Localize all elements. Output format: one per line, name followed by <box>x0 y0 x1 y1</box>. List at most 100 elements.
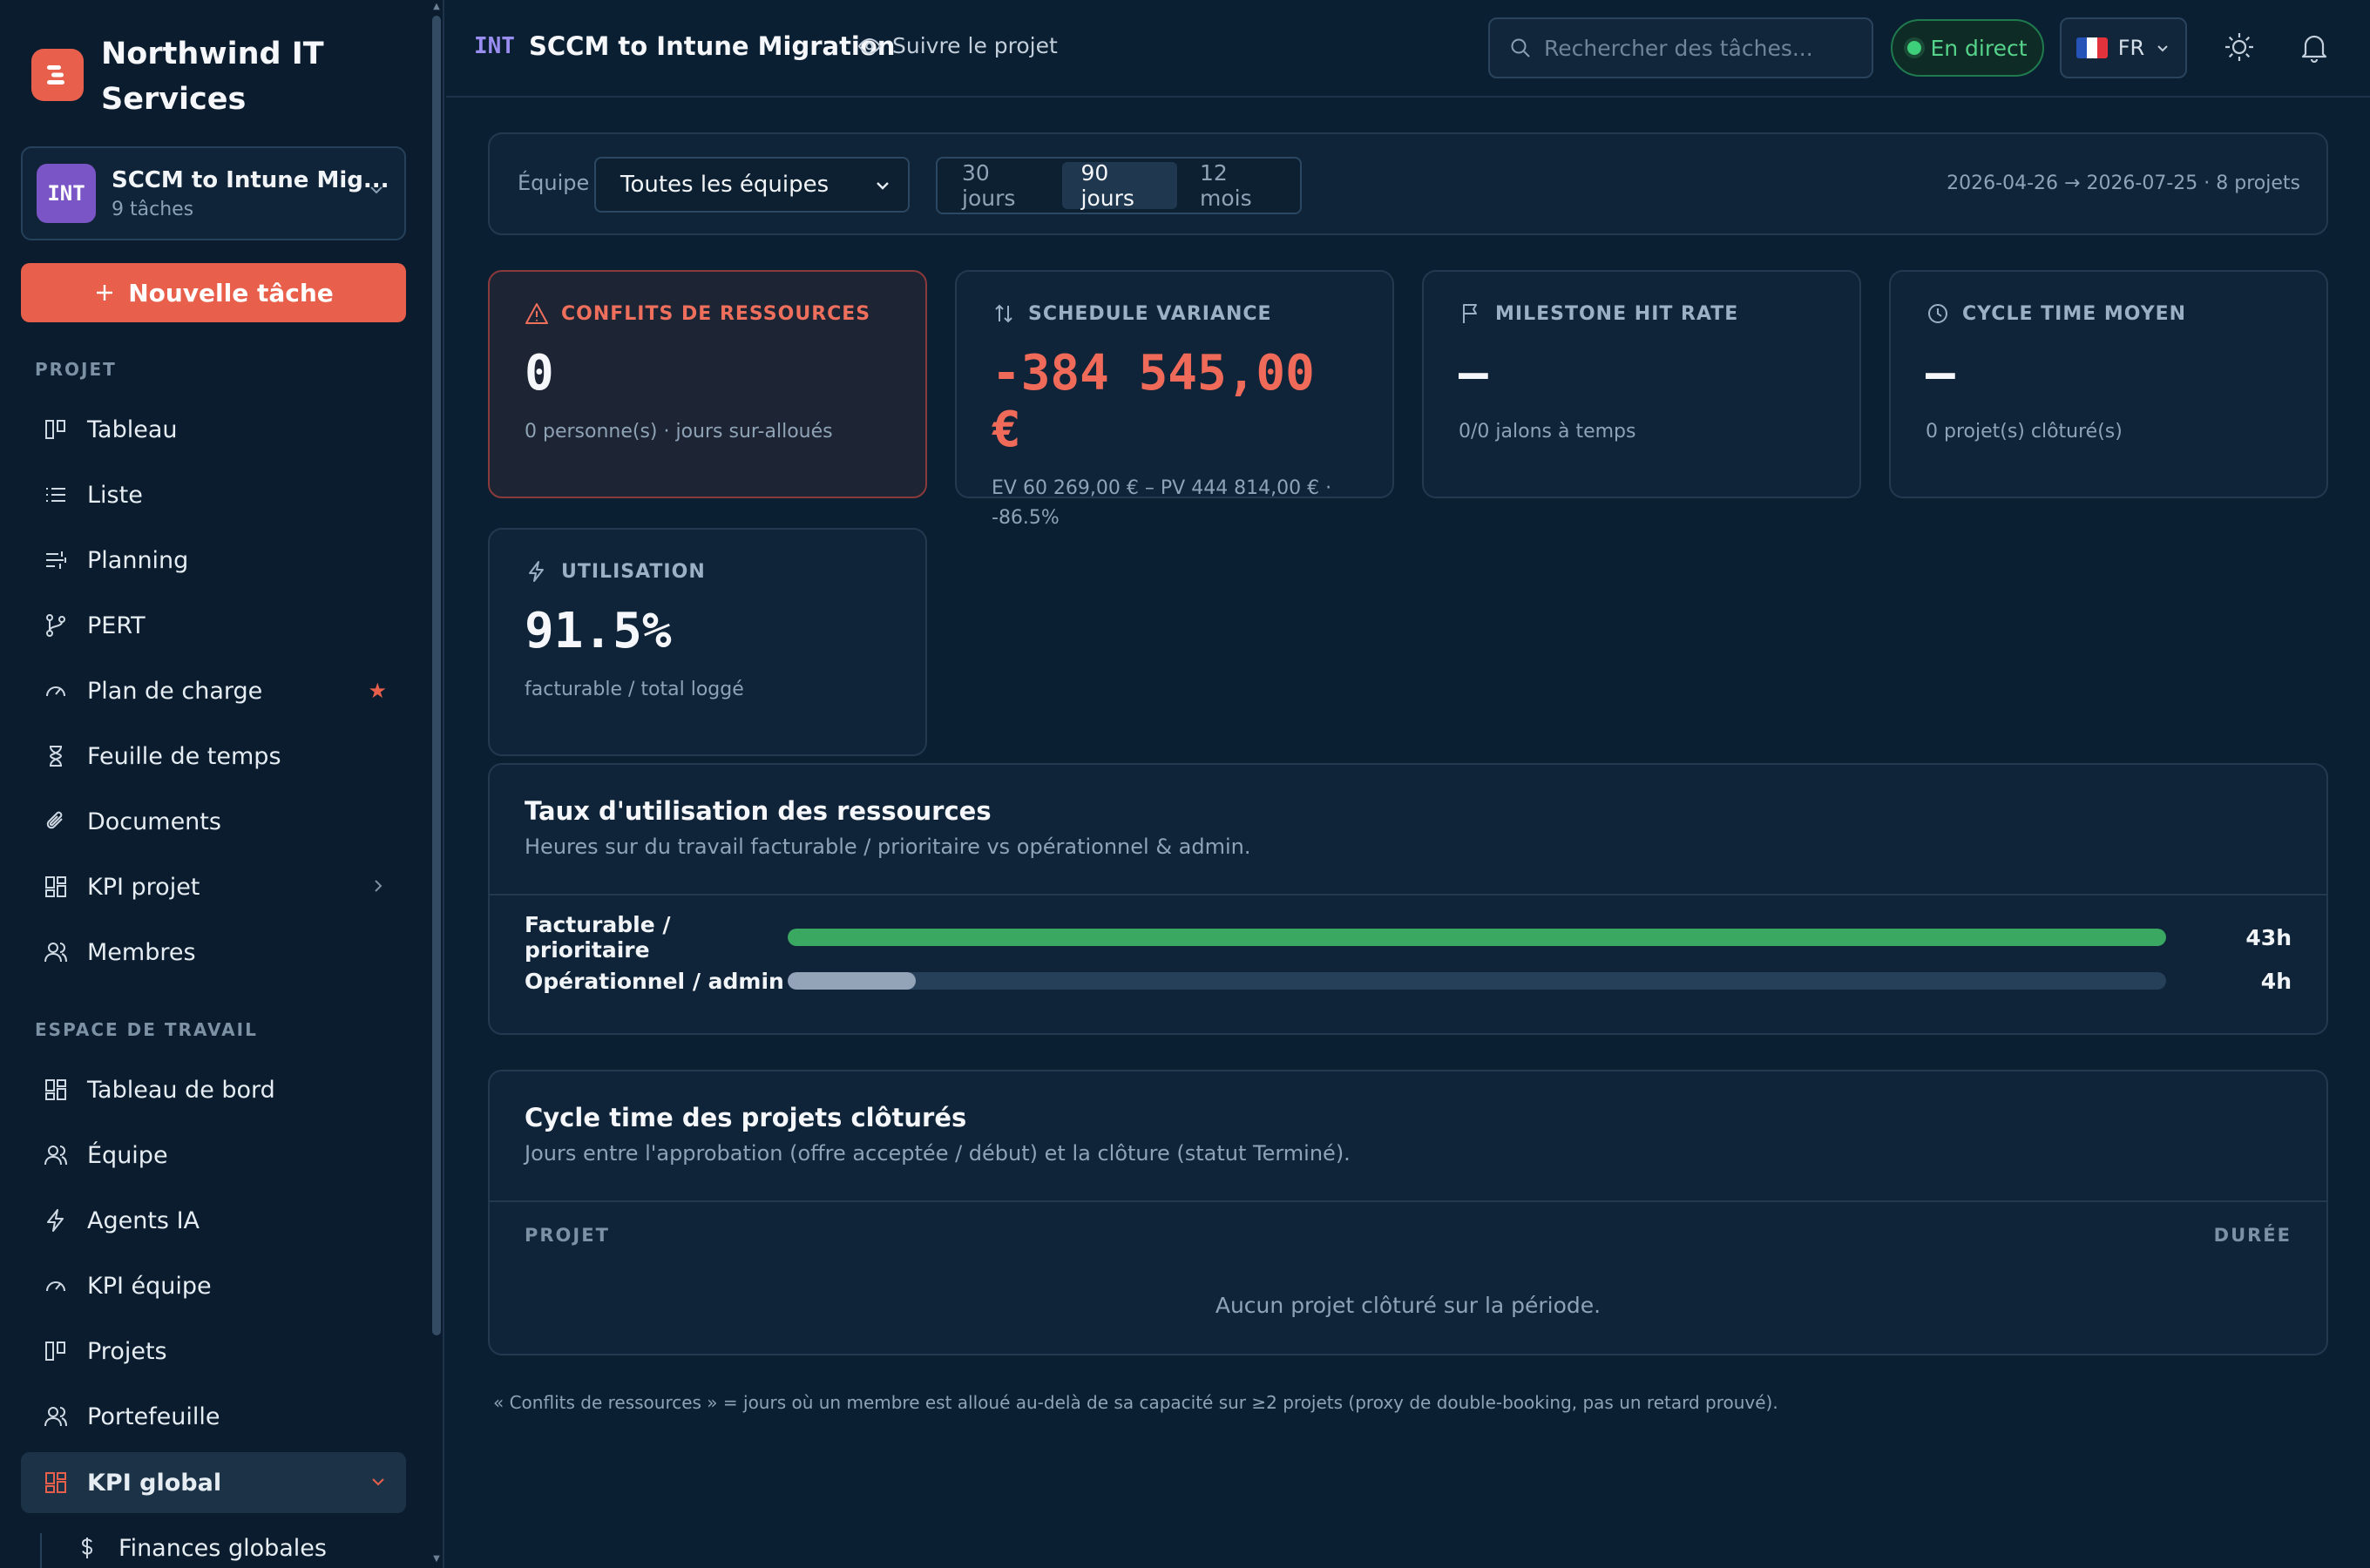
bar-track <box>788 929 2166 946</box>
chevron-down-icon <box>2157 45 2168 52</box>
sidebar-item-liste[interactable]: Liste <box>21 464 406 525</box>
kpi-value: 91.5% <box>525 603 672 659</box>
language-selector[interactable]: FR <box>2060 17 2187 78</box>
period-30-days[interactable]: 30 jours <box>943 160 1059 211</box>
star-icon[interactable]: ★ <box>368 679 387 703</box>
period-12-months[interactable]: 12 mois <box>1181 160 1295 211</box>
sidebar-item-projets[interactable]: Projets <box>21 1321 406 1382</box>
grid-icon <box>40 1467 71 1498</box>
chevron-right-icon <box>369 874 387 901</box>
sidebar-item-tableau-de-bord[interactable]: Tableau de bord <box>21 1059 406 1120</box>
kpi-title: UTILISATION <box>561 560 706 583</box>
live-label: En direct <box>1930 35 2028 61</box>
flag-icon <box>1463 304 1477 323</box>
bolt-icon <box>40 1205 71 1236</box>
sidebar-item-label: KPI global <box>87 1469 222 1497</box>
new-task-button[interactable]: Nouvelle tâche <box>21 263 406 322</box>
column-header-project[interactable]: PROJET <box>525 1225 610 1246</box>
sidebar-item-label: Membres <box>87 938 196 966</box>
card-divider <box>490 894 2326 896</box>
search-input[interactable] <box>1544 35 1858 61</box>
kpi-subtitle: 0 personne(s) · jours sur-alloués <box>525 421 833 443</box>
section-espace-de-travail: ESPACE DE TRAVAIL <box>35 1019 258 1040</box>
bar-fill <box>788 972 917 990</box>
kpi-value: 0 <box>525 345 554 402</box>
sidebar-item-kpi-projet[interactable]: KPI projet <box>21 856 406 917</box>
project-selector[interactable]: INT SCCM to Intune Mig... 9 tâches <box>21 146 406 240</box>
kpi-value: -384 545,00 € <box>992 345 1315 458</box>
card-subtitle: Heures sur du travail facturable / prior… <box>525 835 1251 859</box>
bar-label: Opérationnel / admin <box>525 968 784 994</box>
sidebar-scrollbar[interactable]: ▲ ▼ <box>429 0 444 1568</box>
scroll-up-icon[interactable]: ▲ <box>431 2 442 12</box>
warning-icon <box>525 303 548 324</box>
eye-icon <box>857 37 882 54</box>
period-90-days[interactable]: 90 jours <box>1061 160 1178 211</box>
scrollbar-thumb[interactable] <box>432 16 441 1335</box>
sidebar-item-tableau[interactable]: Tableau <box>21 399 406 460</box>
sidebar-item-planning[interactable]: Planning <box>21 530 406 591</box>
sun-icon[interactable] <box>2220 28 2258 70</box>
sidebar-item-finances-globales[interactable]: Finances globales <box>52 1517 406 1568</box>
users-icon <box>40 1139 71 1171</box>
sidebar-item-portefeuille[interactable]: Portefeuille <box>21 1386 406 1447</box>
empty-state: Aucun projet clôturé sur la période. <box>1215 1293 1601 1318</box>
cycle-time-card: Cycle time des projets clôturés Jours en… <box>488 1070 2328 1355</box>
sidebar-item-label: Plan de charge <box>87 677 263 705</box>
kpi-subtitle: EV 60 269,00 € – PV 444 814,00 € · -86.5… <box>992 477 1332 529</box>
kpi-title: SCHEDULE VARIANCE <box>1028 302 1272 325</box>
grid-icon <box>40 1074 71 1105</box>
sidebar-item-label: PERT <box>87 612 146 639</box>
sidebar-item-label: Tableau de bord <box>87 1076 275 1104</box>
bar-value: 43h <box>2245 924 2292 950</box>
sidebar-item-kpi-global[interactable]: KPI global <box>21 1452 406 1513</box>
sidebar-item-kpi-equipe[interactable]: KPI équipe <box>21 1255 406 1316</box>
team-select-value: Toutes les équipes <box>620 172 830 198</box>
sidebar-item-plan-de-charge[interactable]: Plan de charge ★ <box>21 660 406 721</box>
utilization-row-billable: Facturable / prioritaire 43h <box>525 912 2292 963</box>
footnote: « Conflits de ressources » = jours où un… <box>493 1392 1778 1413</box>
sidebar-item-documents[interactable]: Documents <box>21 791 406 852</box>
sidebar-item-label: Documents <box>87 808 221 835</box>
list-icon <box>40 479 71 510</box>
project-selector-tasks: 9 tâches <box>112 198 194 220</box>
chevron-down-icon <box>366 179 387 204</box>
bell-icon[interactable] <box>2295 28 2333 70</box>
kpi-title: MILESTONE HIT RATE <box>1495 302 1739 325</box>
kpi-title: CONFLITS DE RESSOURCES <box>561 302 871 325</box>
branch-icon <box>40 610 71 641</box>
bolt-icon <box>529 561 544 582</box>
users-icon <box>40 936 71 968</box>
live-badge[interactable]: En direct <box>1891 19 2044 77</box>
sidebar-item-feuille-de-temps[interactable]: Feuille de temps <box>21 726 406 787</box>
sidebar-item-equipe[interactable]: Équipe <box>21 1125 406 1186</box>
users-icon <box>40 1401 71 1432</box>
sidebar: Northwind IT Services INT SCCM to Intune… <box>0 0 444 1568</box>
date-range: 2026-04-26 → 2026-07-25 · 8 projets <box>1947 172 2300 194</box>
card-subtitle: Jours entre l'approbation (offre accepté… <box>525 1141 1351 1166</box>
kpi-card-milestone-hit-rate: MILESTONE HIT RATE — 0/0 jalons à temps <box>1422 270 1861 498</box>
chevron-down-icon <box>871 174 894 203</box>
bar-label: Facturable / prioritaire <box>525 912 671 963</box>
kpi-value: — <box>1459 345 1488 402</box>
column-header-duration[interactable]: DURÉE <box>2214 1225 2292 1246</box>
dollar-icon <box>71 1532 103 1564</box>
kpi-card-utilization: UTILISATION 91.5% facturable / total log… <box>488 528 927 756</box>
follow-project-button[interactable]: Suivre le projet <box>857 33 1058 58</box>
sidebar-item-label: KPI équipe <box>87 1272 212 1300</box>
sidebar-item-membres[interactable]: Membres <box>21 922 406 983</box>
search-box[interactable] <box>1488 17 1873 78</box>
card-divider <box>490 1200 2326 1202</box>
brand-name: Northwind IT Services <box>101 37 324 117</box>
sidebar-item-agents-ia[interactable]: Agents IA <box>21 1190 406 1251</box>
section-projet: PROJET <box>35 359 117 380</box>
sidebar-item-pert[interactable]: PERT <box>21 595 406 656</box>
plus-icon <box>97 285 113 301</box>
brand-logo-icon <box>31 49 84 101</box>
utilization-row-operational: Opérationnel / admin 4h <box>525 963 2292 998</box>
kpi-subtitle: facturable / total loggé <box>525 679 744 700</box>
submenu-line <box>40 1533 42 1568</box>
scroll-down-icon[interactable]: ▼ <box>431 1554 442 1565</box>
brand[interactable]: Northwind IT Services <box>31 31 328 122</box>
team-select[interactable]: Toutes les équipes <box>594 157 910 213</box>
